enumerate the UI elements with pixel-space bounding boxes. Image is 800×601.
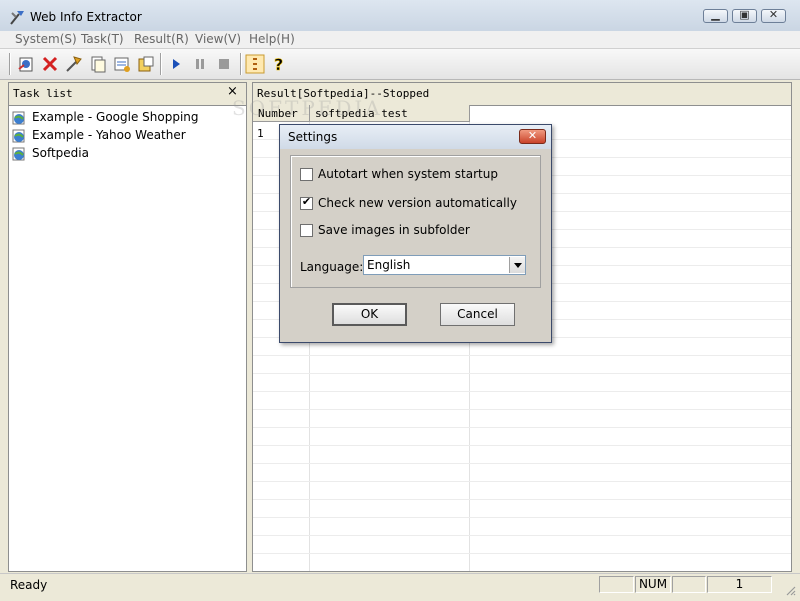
task-globe-icon xyxy=(12,129,25,143)
task-list-panel: Task list × Example - Google Shopping Ex… xyxy=(8,82,247,572)
grid-line xyxy=(253,355,791,356)
play-icon[interactable] xyxy=(166,54,186,74)
grid-line xyxy=(253,535,791,536)
toolbar-separator xyxy=(9,53,11,75)
grid-line xyxy=(253,481,791,482)
dialog-close-button[interactable]: ✕ xyxy=(519,129,546,144)
menu-task[interactable]: Task(T) xyxy=(81,32,124,46)
stop-icon[interactable] xyxy=(214,54,234,74)
settings-dialog: Settings ✕ Autotart when system startup … xyxy=(279,124,552,343)
close-icon: ✕ xyxy=(768,8,779,21)
language-select-value: English xyxy=(367,258,411,272)
dialog-title: Settings xyxy=(288,130,338,144)
help-icon[interactable]: ? xyxy=(269,54,289,74)
grid-line xyxy=(253,499,791,500)
menu-view[interactable]: View(V) xyxy=(195,32,241,46)
grid-line xyxy=(253,463,791,464)
menu-help[interactable]: Help(H) xyxy=(249,32,295,46)
maximize-icon: ▣ xyxy=(739,8,750,21)
dialog-title-bar: Settings ✕ xyxy=(280,125,551,149)
task-list-title: Task list xyxy=(13,87,73,100)
language-select[interactable]: English xyxy=(363,255,526,275)
close-icon: ✕ xyxy=(527,129,538,142)
task-globe-icon xyxy=(12,147,25,161)
autostart-checkbox[interactable] xyxy=(300,168,313,181)
minimize-button[interactable]: ▁ xyxy=(703,8,728,23)
properties-icon[interactable] xyxy=(112,54,132,74)
task-list-header: Task list × xyxy=(9,83,246,106)
checkmark-icon: ✔ xyxy=(301,195,312,208)
list-icon[interactable] xyxy=(245,54,265,74)
status-text: Ready xyxy=(10,578,48,592)
chevron-down-icon xyxy=(514,263,522,268)
ok-button[interactable]: OK xyxy=(332,303,407,326)
check-version-checkbox[interactable]: ✔ xyxy=(300,195,313,210)
menu-system[interactable]: System(S) xyxy=(15,32,77,46)
task-item-label: Example - Yahoo Weather xyxy=(32,128,186,142)
status-bar: Ready NUM 1 xyxy=(0,573,800,601)
menu-bar: System(S) Task(T) Result(R) View(V) Help… xyxy=(0,31,800,49)
grid-line xyxy=(253,409,791,410)
toolbar: ? xyxy=(0,49,800,80)
task-item-label: Example - Google Shopping xyxy=(32,110,199,124)
status-cell-count: 1 xyxy=(707,576,772,593)
app-icon xyxy=(10,11,24,25)
status-cell-num: NUM xyxy=(635,576,671,593)
delete-icon[interactable] xyxy=(40,54,60,74)
grid-line xyxy=(253,517,791,518)
save-images-checkbox[interactable] xyxy=(300,224,313,237)
save-images-label: Save images in subfolder xyxy=(318,223,470,237)
toolbar-separator xyxy=(240,53,242,75)
watermark: SOFTPEDIA xyxy=(232,96,383,120)
grid-line xyxy=(253,445,791,446)
copy-icon[interactable] xyxy=(88,54,108,74)
resize-grip-icon[interactable] xyxy=(784,584,796,596)
language-label: Language: xyxy=(300,260,364,274)
menu-result[interactable]: Result(R) xyxy=(134,32,189,46)
title-bar: Web Info Extractor ▁ ▣ ✕ xyxy=(0,0,800,35)
cancel-button[interactable]: Cancel xyxy=(440,303,515,326)
svg-text:?: ? xyxy=(274,55,283,74)
edit-icon[interactable] xyxy=(64,54,84,74)
pause-icon[interactable] xyxy=(190,54,210,74)
autostart-label: Autotart when system startup xyxy=(318,167,498,181)
minimize-icon: ▁ xyxy=(711,8,720,21)
table-cell-number[interactable]: 1 xyxy=(257,127,264,140)
check-version-label: Check new version automatically xyxy=(318,196,517,210)
task-globe-icon xyxy=(12,111,25,125)
export-icon[interactable] xyxy=(136,54,156,74)
task-item-label: Softpedia xyxy=(32,146,89,160)
grid-line xyxy=(253,427,791,428)
new-task-icon[interactable] xyxy=(16,54,36,74)
close-button[interactable]: ✕ xyxy=(761,8,786,23)
window-title: Web Info Extractor xyxy=(30,10,142,24)
toolbar-separator xyxy=(160,53,162,75)
grid-line xyxy=(253,553,791,554)
grid-line xyxy=(253,391,791,392)
status-cell-scroll xyxy=(672,576,706,593)
status-cell-caps xyxy=(599,576,634,593)
grid-line xyxy=(253,373,791,374)
language-dropdown-button[interactable] xyxy=(509,257,525,273)
maximize-button[interactable]: ▣ xyxy=(732,8,757,23)
